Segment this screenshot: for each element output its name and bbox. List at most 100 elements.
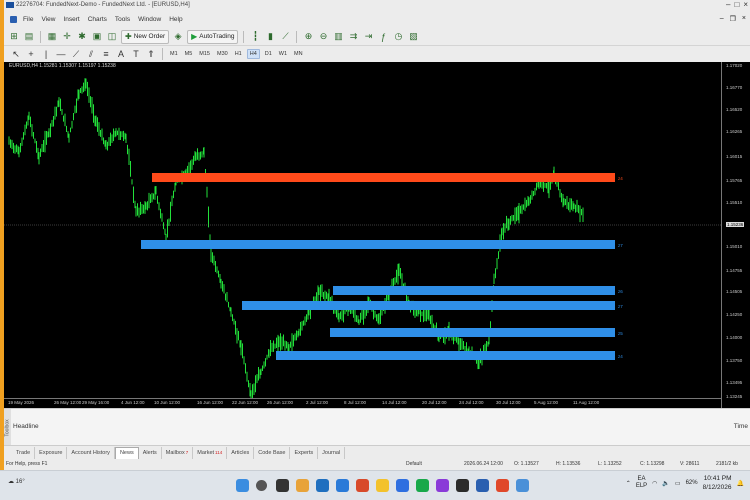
- zone-rect[interactable]: [152, 173, 615, 182]
- whatsapp-icon[interactable]: [416, 479, 429, 492]
- tester-icon[interactable]: ◫: [106, 31, 118, 43]
- tf-w1[interactable]: W1: [277, 50, 289, 58]
- tf-h4[interactable]: H4: [246, 49, 260, 59]
- chart-restore-icon[interactable]: ❐: [730, 15, 736, 23]
- new-order-button[interactable]: ✚ New Order: [121, 29, 170, 44]
- candlestick-icon[interactable]: ▮: [264, 31, 276, 43]
- office-icon[interactable]: [356, 479, 369, 492]
- autotrading-button[interactable]: ▶ AutoTrading: [187, 29, 239, 44]
- tf-m1[interactable]: M1: [168, 50, 180, 58]
- tab-exposure[interactable]: Exposure: [35, 446, 68, 459]
- tf-mn[interactable]: MN: [292, 50, 305, 58]
- data-window-icon[interactable]: ✛: [61, 31, 73, 43]
- zoom-app-icon[interactable]: [396, 479, 409, 492]
- price-axis[interactable]: 1.17020 1.16770 1.16520 1.16265 1.16015 1.157…: [721, 62, 750, 408]
- indicators-icon[interactable]: ƒ: [377, 31, 389, 43]
- tab-journal[interactable]: Journal: [318, 446, 346, 459]
- tab-mailbox[interactable]: Mailbox 7: [162, 446, 194, 459]
- battery-icon[interactable]: ▭: [675, 480, 681, 487]
- store-icon[interactable]: [336, 479, 349, 492]
- navigator-icon[interactable]: ✱: [76, 31, 88, 43]
- arrow-tool-icon[interactable]: ⇑: [145, 48, 157, 60]
- tray-chevron-icon[interactable]: ⌃: [626, 480, 631, 487]
- wifi-icon[interactable]: ◠: [652, 480, 657, 487]
- tab-news[interactable]: News: [114, 446, 139, 459]
- crosshair-icon[interactable]: +: [25, 48, 37, 60]
- line-chart-icon[interactable]: ⟋: [279, 31, 291, 43]
- templates-icon[interactable]: ▧: [407, 31, 419, 43]
- terminal-app-icon[interactable]: [456, 479, 469, 492]
- new-chart-icon[interactable]: ⊞: [8, 31, 20, 43]
- edge-icon[interactable]: [316, 479, 329, 492]
- vertical-line-icon[interactable]: |: [40, 48, 52, 60]
- weather-widget[interactable]: ☁ 16°: [8, 478, 25, 485]
- menu-window[interactable]: Window: [134, 16, 165, 23]
- menu-insert[interactable]: Insert: [59, 16, 83, 23]
- tab-market[interactable]: Market 114: [193, 446, 228, 459]
- tab-trade[interactable]: Trade: [12, 446, 36, 459]
- tf-d1[interactable]: D1: [263, 50, 274, 58]
- autoscroll-icon[interactable]: ⇉: [347, 31, 359, 43]
- chart-minimize-icon[interactable]: –: [720, 15, 724, 23]
- tab-articles[interactable]: Articles: [227, 446, 255, 459]
- bar-chart-icon[interactable]: ┇: [249, 31, 261, 43]
- task-view-icon[interactable]: [276, 479, 289, 492]
- zone-rect[interactable]: [141, 240, 615, 249]
- search-icon[interactable]: [256, 480, 267, 491]
- zone-rect[interactable]: [333, 286, 615, 295]
- label-tool-icon[interactable]: T: [130, 48, 142, 60]
- settings-app-icon[interactable]: [516, 479, 529, 492]
- toolbox-side-tab[interactable]: Toolbox: [4, 409, 11, 446]
- clock[interactable]: 10:41 PM 8/12/2026: [703, 474, 732, 492]
- chart-plot-area[interactable]: z4 z7 z6 z7 z5 z4: [4, 62, 721, 398]
- periods-icon[interactable]: ◷: [392, 31, 404, 43]
- tf-m15[interactable]: M15: [197, 50, 212, 58]
- menu-file[interactable]: File: [19, 16, 37, 23]
- menu-charts[interactable]: Charts: [84, 16, 111, 23]
- maximize-icon[interactable]: □: [734, 0, 739, 10]
- notification-icon[interactable]: 🔔: [737, 480, 744, 487]
- metaeditor-icon[interactable]: ◈: [172, 31, 184, 43]
- price-chart[interactable]: z4 z7 z6 z7 z5 z4 EURUSD,H4 1.15281 1.15307 1…: [4, 62, 750, 408]
- time-axis[interactable]: 19 May 2026 26 May 12:00 29 May 16:00 4 Jun…: [4, 398, 721, 408]
- zone-rect[interactable]: [242, 301, 615, 310]
- zone-rect[interactable]: [330, 328, 615, 337]
- channel-icon[interactable]: ⫽: [85, 48, 97, 60]
- minimize-icon[interactable]: –: [726, 0, 730, 10]
- tf-m30[interactable]: M30: [215, 50, 230, 58]
- profiles-icon[interactable]: ▤: [23, 31, 35, 43]
- menu-view[interactable]: View: [37, 16, 59, 23]
- headline-column-header[interactable]: Headline: [13, 423, 39, 430]
- tf-h1[interactable]: H1: [233, 50, 244, 58]
- fibonacci-icon[interactable]: ≡: [100, 48, 112, 60]
- close-icon[interactable]: ×: [743, 0, 748, 10]
- tab-alerts[interactable]: Alerts: [139, 446, 162, 459]
- zoom-out-icon[interactable]: ⊖: [317, 31, 329, 43]
- app-icon[interactable]: [436, 479, 449, 492]
- terminal-icon[interactable]: ▣: [91, 31, 103, 43]
- menu-tools[interactable]: Tools: [111, 16, 134, 23]
- file-explorer-icon[interactable]: [296, 479, 309, 492]
- tab-code-base[interactable]: Code Base: [254, 446, 291, 459]
- metatrader-icon[interactable]: [476, 479, 489, 492]
- menu-help[interactable]: Help: [165, 16, 186, 23]
- chart-close-icon[interactable]: ×: [742, 15, 746, 23]
- zoom-in-icon[interactable]: ⊕: [302, 31, 314, 43]
- market-watch-icon[interactable]: ▦: [46, 31, 58, 43]
- text-tool-icon[interactable]: A: [115, 48, 127, 60]
- cursor-icon[interactable]: ↖: [10, 48, 22, 60]
- tf-m5[interactable]: M5: [183, 50, 195, 58]
- time-column-header[interactable]: Time: [734, 423, 748, 430]
- tab-account-history[interactable]: Account History: [67, 446, 115, 459]
- chrome-icon[interactable]: [376, 479, 389, 492]
- volume-icon[interactable]: 🔈: [662, 480, 669, 487]
- language-indicator[interactable]: EA ELP: [636, 476, 647, 490]
- tile-windows-icon[interactable]: ▥: [332, 31, 344, 43]
- chart-shift-icon[interactable]: ⇥: [362, 31, 374, 43]
- horizontal-line-icon[interactable]: —: [55, 48, 67, 60]
- trendline-icon[interactable]: ⟋: [70, 48, 82, 60]
- tab-experts[interactable]: Experts: [290, 446, 319, 459]
- start-icon[interactable]: [236, 479, 249, 492]
- zone-rect[interactable]: [276, 351, 615, 360]
- media-icon[interactable]: [496, 479, 509, 492]
